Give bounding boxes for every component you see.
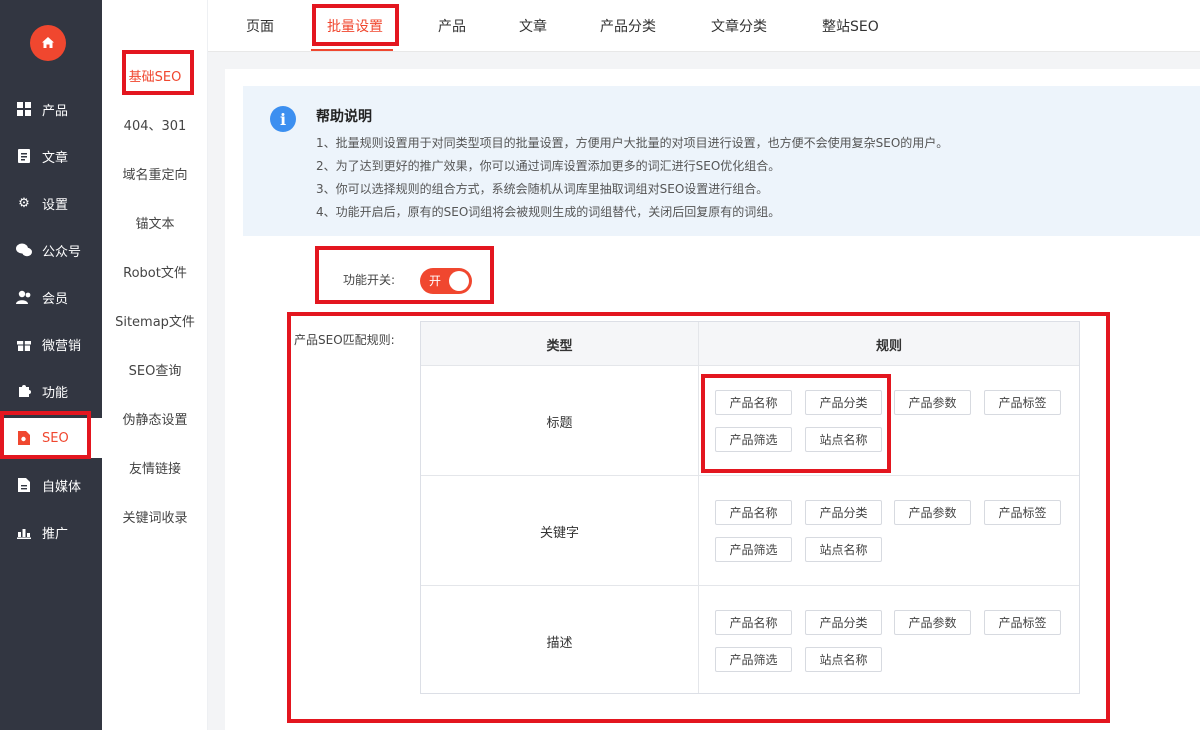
sidebar-item-label: SEO [42, 430, 69, 446]
sidebar-item-label: 公众号 [42, 244, 82, 260]
table-row-title: 标题 产品名称 产品分类 产品参数 产品标签 产品筛选 站点名称 [421, 366, 1079, 476]
header-rule: 规则 [875, 338, 902, 354]
rule-tag[interactable]: 站点名称 [805, 537, 882, 562]
header-type: 类型 [546, 338, 573, 354]
rule-tag[interactable]: 产品名称 [715, 610, 792, 635]
rule-tag[interactable]: 产品筛选 [715, 427, 792, 452]
sidebar-item-wechat[interactable]: 公众号 [0, 230, 102, 270]
tab-pages[interactable]: 页面 [246, 0, 274, 52]
sidebar-item-label: 会员 [42, 291, 69, 307]
sidebar-item-label: 推广 [42, 526, 69, 542]
table-row-description: 描述 产品名称 产品分类 产品参数 产品标签 产品筛选 站点名称 [421, 586, 1079, 696]
table-header: 类型 规则 [421, 322, 1079, 366]
rule-tag[interactable]: 站点名称 [805, 647, 882, 672]
rule-tag[interactable]: 产品参数 [894, 500, 971, 525]
tab-articles[interactable]: 文章 [519, 0, 547, 52]
subnav-item-robot-file[interactable]: Robot文件 [102, 256, 208, 286]
puzzle-icon [16, 383, 32, 399]
sidebar-item-label: 设置 [42, 197, 69, 213]
sidebar-item-promotion[interactable]: 推广 [0, 512, 102, 552]
help-line-2: 2、为了达到更好的推广效果，你可以通过词库设置添加更多的词汇进行SEO优化组合。 [316, 159, 781, 173]
seo-subnav: 基础SEO 404、301 域名重定向 锚文本 Robot文件 Sitemap文… [102, 0, 208, 730]
tab-batch-settings[interactable]: 批量设置 [327, 0, 383, 52]
sidebar-item-articles[interactable]: 文章 [0, 136, 102, 176]
tab-products[interactable]: 产品 [438, 0, 466, 52]
help-line-3: 3、你可以选择规则的组合方式，系统会随机从词库里抽取词组对SEO设置进行组合。 [316, 182, 769, 196]
gift-icon [16, 336, 32, 352]
sidebar-item-products[interactable]: 产品 [0, 89, 102, 129]
sidebar-item-features[interactable]: 功能 [0, 371, 102, 411]
help-line-1: 1、批量规则设置用于对同类型项目的批量设置，方便用户大批量的对项目进行设置，也方… [316, 136, 949, 150]
grid-icon [16, 101, 32, 117]
rule-tag[interactable]: 产品标签 [984, 500, 1061, 525]
rule-tag[interactable]: 产品参数 [894, 390, 971, 415]
row-type-label: 描述 [546, 635, 573, 651]
row-type-label: 标题 [546, 415, 573, 431]
chart-icon [16, 524, 32, 540]
rule-tag[interactable]: 产品分类 [805, 500, 882, 525]
sidebar-item-label: 产品 [42, 103, 69, 119]
help-title: 帮助说明 [316, 109, 372, 125]
sidebar-item-media[interactable]: 自媒体 [0, 465, 102, 505]
document-icon [16, 148, 32, 164]
wechat-icon [16, 242, 32, 258]
tab-site-seo[interactable]: 整站SEO [822, 0, 879, 52]
subnav-item-pseudo-static[interactable]: 伪静态设置 [102, 403, 208, 433]
sidebar-item-label: 微营销 [42, 338, 82, 354]
sidebar-item-seo[interactable]: SEO [0, 418, 102, 458]
table-row-keywords: 关键字 产品名称 产品分类 产品参数 产品标签 产品筛选 站点名称 [421, 476, 1079, 586]
subnav-item-keyword-index[interactable]: 关键词收录 [102, 501, 208, 531]
rule-tag[interactable]: 产品标签 [984, 390, 1061, 415]
subnav-item-404-301[interactable]: 404、301 [102, 109, 208, 139]
product-seo-rule-label: 产品SEO匹配规则: [294, 333, 395, 347]
file-icon [16, 477, 32, 493]
rule-tag[interactable]: 产品分类 [805, 390, 882, 415]
subnav-item-sitemap-file[interactable]: Sitemap文件 [102, 305, 208, 335]
toggle-knob [449, 271, 469, 291]
sidebar-item-marketing[interactable]: 微营销 [0, 324, 102, 364]
gear-icon: ⚙ [18, 195, 30, 211]
subnav-item-basic-seo[interactable]: 基础SEO [102, 60, 208, 90]
seo-file-icon [16, 430, 32, 446]
tab-product-categories[interactable]: 产品分类 [600, 0, 656, 52]
members-icon [16, 289, 32, 305]
row-type-label: 关键字 [539, 525, 579, 541]
sidebar-item-label: 自媒体 [42, 479, 82, 495]
seo-rules-table: 类型 规则 标题 产品名称 产品分类 产品参数 产品标签 产品筛选 站点名称 关… [420, 321, 1080, 694]
home-icon[interactable] [30, 25, 66, 61]
rule-tag[interactable]: 产品名称 [715, 390, 792, 415]
feature-toggle[interactable]: 开 [420, 268, 472, 294]
rule-tag[interactable]: 产品筛选 [715, 647, 792, 672]
subnav-item-domain-redirect[interactable]: 域名重定向 [102, 158, 208, 188]
subnav-item-friend-links[interactable]: 友情链接 [102, 452, 208, 482]
feature-switch-label: 功能开关: [343, 273, 396, 287]
rule-tag[interactable]: 产品筛选 [715, 537, 792, 562]
active-tab-indicator [311, 49, 393, 51]
rule-tag[interactable]: 站点名称 [805, 427, 882, 452]
rule-tag[interactable]: 产品参数 [894, 610, 971, 635]
toggle-state-text: 开 [429, 274, 442, 288]
sidebar-item-label: 功能 [42, 385, 69, 401]
subnav-item-anchor-text[interactable]: 锚文本 [102, 207, 208, 237]
sidebar-item-members[interactable]: 会员 [0, 277, 102, 317]
info-icon: i [270, 106, 296, 132]
column-divider [698, 322, 699, 693]
sidebar-item-label: 文章 [42, 150, 69, 166]
rule-tag[interactable]: 产品名称 [715, 500, 792, 525]
rule-tag[interactable]: 产品标签 [984, 610, 1061, 635]
help-line-4: 4、功能开启后，原有的SEO词组将会被规则生成的词组替代，关闭后回复原有的词组。 [316, 205, 781, 219]
main-sidebar: 产品 文章 ⚙ 设置 公众号 会员 微营销 功能 SEO 自媒体 推广 [0, 0, 102, 730]
sidebar-item-settings[interactable]: ⚙ 设置 [0, 183, 102, 223]
subnav-item-seo-query[interactable]: SEO查询 [102, 354, 208, 384]
tab-article-categories[interactable]: 文章分类 [711, 0, 767, 52]
rule-tag[interactable]: 产品分类 [805, 610, 882, 635]
